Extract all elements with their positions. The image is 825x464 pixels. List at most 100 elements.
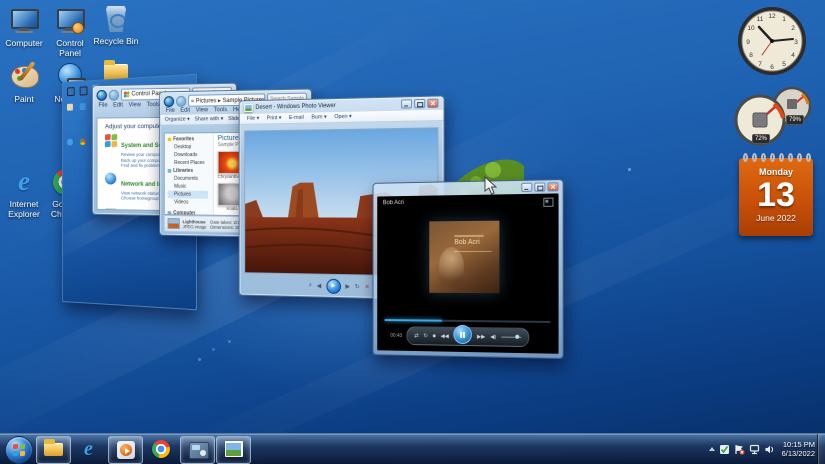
repeat-icon[interactable]: ↻ — [423, 333, 427, 339]
calendar-gadget[interactable]: Monday 13 June 2022 — [739, 158, 813, 236]
delete-icon[interactable]: ✕ — [365, 283, 370, 290]
nav-music[interactable]: Music — [168, 183, 213, 191]
wallpaper-sparkle — [228, 340, 231, 343]
menu-file[interactable]: File — [98, 103, 107, 109]
burn-menu[interactable]: Burn ▾ — [311, 114, 326, 120]
menu-file[interactable]: File — [166, 108, 175, 114]
system-tray: 10:15 PM 6/13/2022 — [709, 434, 815, 464]
close-button[interactable] — [547, 182, 558, 191]
nav-videos[interactable]: Videos — [168, 198, 213, 206]
shuffle-icon[interactable]: ⇄ — [414, 333, 418, 339]
seek-bar[interactable] — [385, 319, 551, 323]
print-menu[interactable]: Print ▾ — [267, 115, 282, 121]
svg-text:11: 11 — [757, 16, 764, 23]
stop-icon[interactable]: ■ — [433, 333, 436, 339]
taskbar-windows-explorer[interactable] — [36, 436, 71, 464]
rotate-icon[interactable]: ↻ — [355, 283, 360, 290]
system-security-icon — [105, 134, 117, 147]
previous-icon[interactable]: ◀◀ — [441, 333, 449, 339]
previous-icon[interactable]: ◀ — [317, 282, 321, 289]
back-button[interactable] — [164, 96, 174, 107]
flip-window-media-player[interactable]: Bob Acri Bob Acri 00:43 ⇄ ↻ ■ ◀◀ ▶▶ — [373, 179, 564, 359]
start-button[interactable] — [5, 436, 33, 464]
file-menu[interactable]: File ▾ — [247, 116, 259, 122]
nav-documents[interactable]: Documents — [168, 175, 213, 183]
next-icon[interactable]: ▶ — [345, 283, 350, 290]
zoom-icon[interactable]: ⌕ — [309, 282, 312, 289]
wallpaper-sparkle — [628, 168, 631, 171]
meter-large-value: 72% — [752, 134, 770, 144]
calendar-ring — [797, 153, 802, 162]
nav-libraries[interactable]: Libraries — [168, 167, 213, 175]
taskbar-internet-explorer[interactable]: e — [72, 436, 105, 462]
clock-gadget[interactable]: 1212 345 678 91011 — [736, 5, 808, 77]
open-menu[interactable]: Open ▾ — [334, 114, 351, 120]
svg-text:7: 7 — [758, 61, 762, 68]
internet-explorer-icon: e — [9, 167, 39, 197]
maximize-button[interactable] — [534, 182, 545, 191]
slideshow-button[interactable]: ▶ — [326, 278, 341, 293]
menu-view[interactable]: View — [129, 102, 141, 108]
svg-text:12: 12 — [768, 13, 776, 20]
volume-icon[interactable] — [764, 444, 775, 455]
calendar-ring — [779, 153, 784, 162]
calendar-ring — [743, 153, 748, 162]
calendar-ring — [761, 153, 766, 162]
nav-favorites[interactable]: Favorites — [168, 135, 213, 143]
minimize-button[interactable] — [521, 183, 532, 192]
svg-text:5: 5 — [782, 61, 786, 68]
playback-controls: ⇄ ↻ ■ ◀◀ ▶▶ ◀) — [406, 326, 529, 347]
desktop-icon-computer[interactable]: Computer — [1, 6, 47, 48]
pause-button[interactable] — [454, 325, 472, 344]
taskbar-control-panel[interactable] — [180, 436, 215, 464]
back-button[interactable] — [97, 89, 107, 100]
maximize-button[interactable] — [414, 99, 425, 108]
nav-recent-places[interactable]: Recent Places — [168, 159, 213, 167]
mute-icon[interactable]: ◀) — [490, 334, 496, 340]
menu-tools[interactable]: Tools — [214, 107, 227, 113]
switch-to-library-icon[interactable] — [543, 198, 553, 207]
svg-text:8: 8 — [749, 52, 753, 59]
close-button[interactable] — [427, 99, 438, 108]
menu-view[interactable]: View — [196, 107, 208, 113]
action-center-flag-icon[interactable] — [734, 444, 745, 455]
menu-edit[interactable]: Edit — [180, 108, 190, 114]
meter-gadget[interactable]: 72% 79% — [732, 86, 822, 150]
wallpaper-sparkle — [212, 348, 215, 351]
taskbar-google-chrome[interactable] — [144, 436, 177, 462]
desktop-icon-recycle-bin[interactable]: Recycle Bin — [93, 4, 139, 46]
network-status-icon[interactable] — [749, 444, 760, 455]
minimize-button[interactable] — [401, 99, 412, 108]
next-icon[interactable]: ▶▶ — [477, 334, 485, 340]
menu-edit[interactable]: Edit — [113, 103, 123, 109]
calendar-ring — [752, 153, 757, 162]
desktop-screen: Computer Control Panel Recycle Bin Paint… — [0, 0, 825, 464]
desktop-icon-paint[interactable]: Paint — [1, 62, 47, 104]
tray-clock[interactable]: 10:15 PM 6/13/2022 — [782, 440, 815, 458]
forward-button[interactable] — [109, 89, 119, 100]
desktop-icon-control-panel[interactable]: Control Panel — [47, 6, 93, 58]
menu-tools[interactable]: Tools — [147, 102, 160, 108]
nav-downloads[interactable]: Downloads — [168, 151, 213, 159]
volume-slider[interactable] — [501, 336, 521, 338]
share-with-button[interactable]: Share with ▾ — [194, 116, 223, 122]
email-button[interactable]: E-mail — [289, 115, 304, 121]
calendar-ring — [770, 153, 775, 162]
forward-button[interactable] — [176, 95, 186, 106]
tray-expand-icon[interactable] — [709, 447, 715, 451]
taskbar: e — [0, 433, 825, 464]
taskbar-photo-viewer[interactable] — [216, 436, 251, 464]
desktop-icon-internet-explorer[interactable]: e Internet Explorer — [1, 167, 47, 219]
svg-text:1: 1 — [782, 16, 786, 23]
nav-computer[interactable]: Computer — [168, 209, 213, 215]
nav-desktop[interactable]: Desktop — [168, 143, 213, 151]
taskbar-media-player[interactable] — [108, 436, 143, 464]
album-art: Bob Acri — [429, 221, 499, 294]
homegroup-status-icon[interactable] — [719, 444, 730, 455]
photo-viewer-icon — [244, 104, 252, 112]
now-playing-area: Bob Acri Bob Acri 00:43 ⇄ ↻ ■ ◀◀ ▶▶ — [377, 193, 558, 353]
desktop-icon-label: Paint — [1, 94, 47, 104]
organize-button[interactable]: Organize ▾ — [165, 117, 190, 123]
paint-icon — [9, 62, 39, 92]
show-desktop-button[interactable] — [817, 434, 825, 464]
